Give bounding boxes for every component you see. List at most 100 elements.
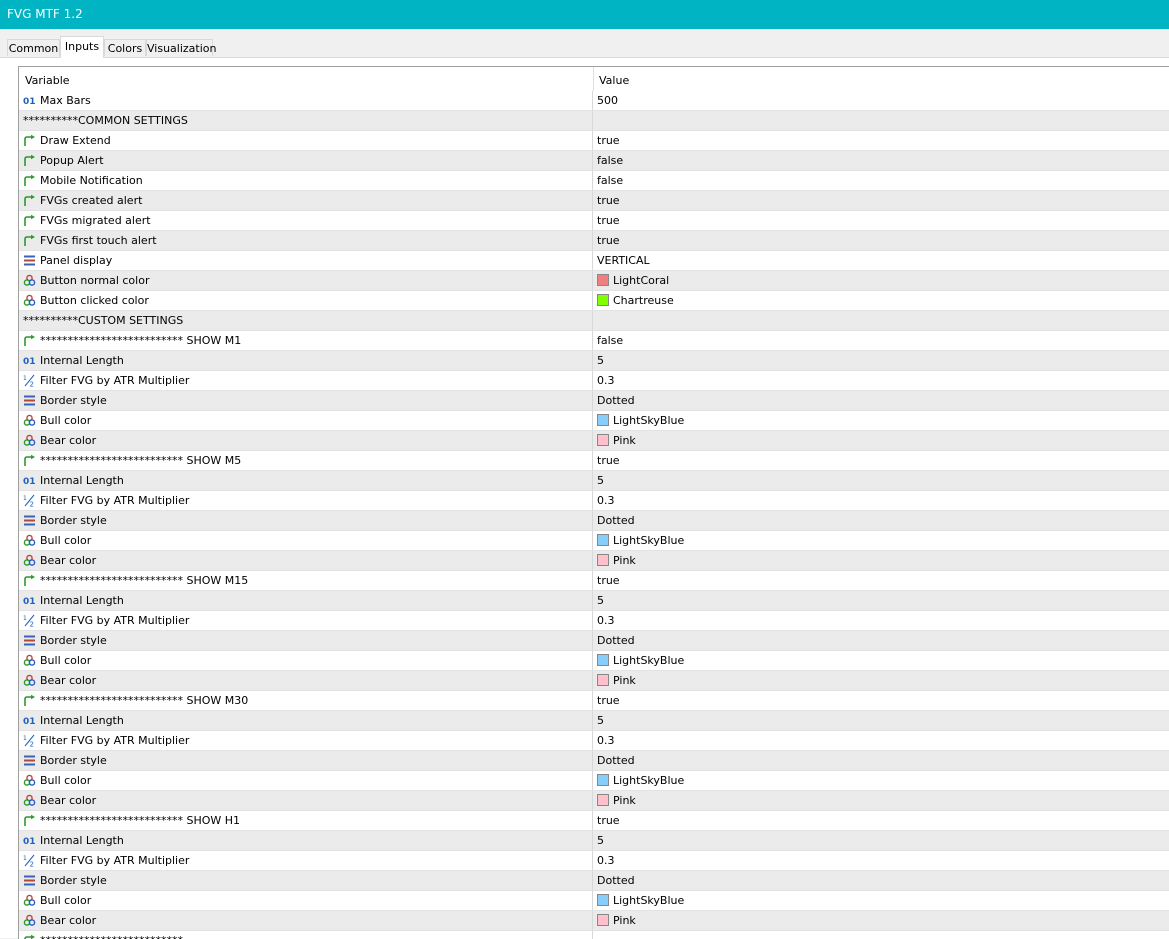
color-swatch[interactable] [597, 794, 609, 806]
parameter-row[interactable]: FVGs created alert true [19, 191, 1169, 211]
color-swatch[interactable] [597, 774, 609, 786]
value-cell[interactable]: 5 [594, 711, 1169, 730]
color-swatch[interactable] [597, 274, 609, 286]
color-swatch[interactable] [597, 554, 609, 566]
parameter-row[interactable]: Button normal color LightCoral [19, 271, 1169, 291]
value-cell[interactable]: 0.3 [594, 851, 1169, 870]
section-row[interactable]: **********CUSTOM SETTINGS [19, 311, 1169, 331]
parameter-row[interactable]: Bull color LightSkyBlue [19, 651, 1169, 671]
parameter-row[interactable]: ************************** SHOW M15 true [19, 571, 1169, 591]
color-swatch[interactable] [597, 654, 609, 666]
value-text[interactable]: Pink [613, 794, 636, 807]
value-cell[interactable]: false [594, 151, 1169, 170]
value-text[interactable]: false [597, 154, 623, 167]
value-text[interactable]: VERTICAL [597, 254, 650, 267]
parameter-row[interactable]: Border style Dotted [19, 631, 1169, 651]
value-cell[interactable]: Dotted [594, 631, 1169, 650]
value-text[interactable]: true [597, 214, 620, 227]
value-text[interactable]: 5 [597, 354, 604, 367]
value-text[interactable]: Pink [613, 914, 636, 927]
value-cell[interactable]: 5 [594, 471, 1169, 490]
value-cell[interactable] [594, 111, 1169, 130]
tab-common[interactable]: Common [7, 39, 60, 56]
value-cell[interactable]: true [594, 191, 1169, 210]
value-cell[interactable]: Pink [594, 551, 1169, 570]
value-text[interactable]: 0.3 [597, 614, 615, 627]
value-text[interactable]: false [597, 174, 623, 187]
value-cell[interactable]: Pink [594, 911, 1169, 930]
value-text[interactable]: LightSkyBlue [613, 894, 684, 907]
parameter-row[interactable]: Border style Dotted [19, 511, 1169, 531]
parameter-row[interactable]: 01 Max Bars 500 [19, 91, 1169, 111]
value-text[interactable]: 5 [597, 474, 604, 487]
parameter-row[interactable]: 01 Internal Length 5 [19, 351, 1169, 371]
value-text[interactable]: 5 [597, 834, 604, 847]
tab-visualization[interactable]: Visualization [146, 39, 216, 56]
parameter-row[interactable]: FVGs first touch alert true [19, 231, 1169, 251]
value-cell[interactable]: LightSkyBlue [594, 651, 1169, 670]
value-text[interactable]: Pink [613, 434, 636, 447]
value-text[interactable]: Dotted [597, 754, 635, 767]
parameter-row[interactable]: 1 2 Filter FVG by ATR Multiplier 0.3 [19, 611, 1169, 631]
value-cell[interactable]: Dotted [594, 511, 1169, 530]
value-cell[interactable]: 0.3 [594, 611, 1169, 630]
value-cell[interactable]: true [594, 211, 1169, 230]
value-text[interactable]: false [597, 334, 623, 347]
color-swatch[interactable] [597, 294, 609, 306]
parameter-row[interactable]: 1 2 Filter FVG by ATR Multiplier 0.3 [19, 491, 1169, 511]
parameter-row[interactable]: 1 2 Filter FVG by ATR Multiplier 0.3 [19, 851, 1169, 871]
value-text[interactable]: 5 [597, 714, 604, 727]
parameter-row[interactable]: Popup Alert false [19, 151, 1169, 171]
color-swatch[interactable] [597, 674, 609, 686]
parameter-row[interactable]: 01 Internal Length 5 [19, 591, 1169, 611]
parameter-row[interactable]: Bear color Pink [19, 791, 1169, 811]
color-swatch[interactable] [597, 914, 609, 926]
value-cell[interactable]: true [594, 231, 1169, 250]
parameter-row[interactable]: Bull color LightSkyBlue [19, 771, 1169, 791]
parameter-row[interactable]: Bull color LightSkyBlue [19, 411, 1169, 431]
parameter-row[interactable]: ************************** SHOW H1 true [19, 811, 1169, 831]
value-cell[interactable]: true [594, 811, 1169, 830]
parameter-row[interactable]: 1 2 Filter FVG by ATR Multiplier 0.3 [19, 371, 1169, 391]
color-swatch[interactable] [597, 414, 609, 426]
value-text[interactable]: Dotted [597, 394, 635, 407]
value-cell[interactable]: Pink [594, 791, 1169, 810]
value-text[interactable]: 0.3 [597, 494, 615, 507]
value-text[interactable]: true [597, 694, 620, 707]
value-text[interactable]: LightCoral [613, 274, 669, 287]
column-separator[interactable] [593, 67, 594, 91]
parameter-row[interactable]: ************************** SHOW M5 true [19, 451, 1169, 471]
value-cell[interactable]: Pink [594, 671, 1169, 690]
value-text[interactable]: Dotted [597, 514, 635, 527]
value-cell[interactable]: 0.3 [594, 371, 1169, 390]
value-cell[interactable]: Pink [594, 431, 1169, 450]
value-text[interactable]: true [597, 814, 620, 827]
value-cell[interactable]: 5 [594, 591, 1169, 610]
parameter-row[interactable]: Border style Dotted [19, 871, 1169, 891]
parameter-row[interactable]: 01 Internal Length 5 [19, 711, 1169, 731]
parameter-row[interactable]: Draw Extend true [19, 131, 1169, 151]
value-cell[interactable]: LightCoral [594, 271, 1169, 290]
value-cell[interactable]: LightSkyBlue [594, 771, 1169, 790]
value-cell[interactable]: true [594, 451, 1169, 470]
tab-inputs[interactable]: Inputs [60, 36, 104, 58]
value-text[interactable]: LightSkyBlue [613, 654, 684, 667]
parameter-row[interactable]: Bear color Pink [19, 911, 1169, 931]
value-text[interactable]: true [597, 194, 620, 207]
value-cell[interactable]: 5 [594, 351, 1169, 370]
value-cell[interactable]: false [594, 171, 1169, 190]
parameter-row[interactable]: Bear color Pink [19, 431, 1169, 451]
value-cell[interactable]: Dotted [594, 751, 1169, 770]
value-text[interactable]: 5 [597, 594, 604, 607]
parameter-row[interactable]: Border style Dotted [19, 751, 1169, 771]
value-cell[interactable]: LightSkyBlue [594, 891, 1169, 910]
value-cell[interactable]: 500 [594, 91, 1169, 110]
section-row[interactable]: **********COMMON SETTINGS [19, 111, 1169, 131]
value-text[interactable]: 0.3 [597, 734, 615, 747]
value-cell[interactable]: LightSkyBlue [594, 411, 1169, 430]
value-text[interactable]: true [597, 454, 620, 467]
parameter-row[interactable]: ************************** SHOW M1 false [19, 331, 1169, 351]
value-cell[interactable]: true [594, 131, 1169, 150]
value-text[interactable]: Chartreuse [613, 294, 674, 307]
parameter-row[interactable]: FVGs migrated alert true [19, 211, 1169, 231]
